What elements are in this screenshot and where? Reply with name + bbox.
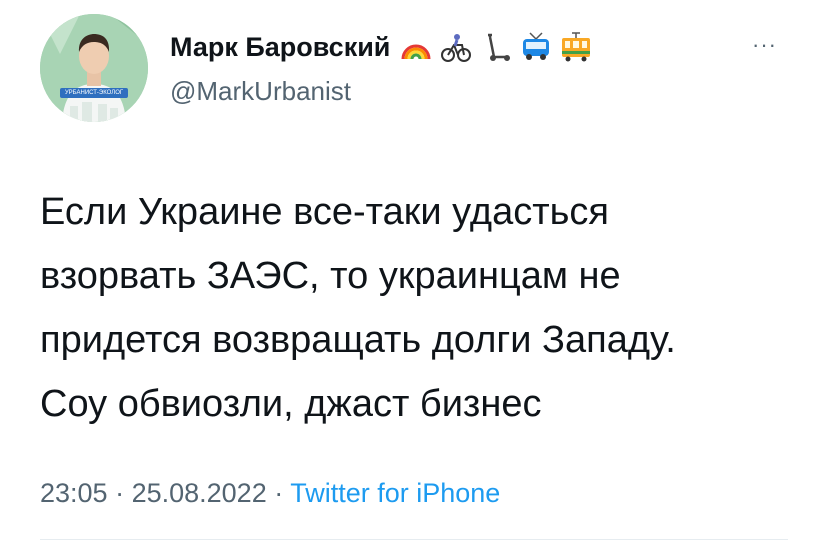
- rainbow-icon: [400, 31, 432, 63]
- avatar-badge-text: УРБАНИСТ-ЭКОЛОГ: [64, 90, 124, 96]
- tweet-line: взорвать ЗАЭС, то украинцам не: [40, 255, 621, 297]
- tweet-meta: 23:05 · 25.08.2022 · Twitter for iPhone: [40, 478, 500, 509]
- avatar-image: [40, 14, 148, 122]
- tweet-line: Соу обвиозли, джаст бизнес: [40, 383, 542, 425]
- meta-separator: ·: [107, 478, 132, 508]
- avatar[interactable]: УРБАНИСТ-ЭКОЛОГ: [40, 14, 148, 122]
- kick-scooter-icon: [480, 31, 512, 63]
- tweet-source-link[interactable]: Twitter for iPhone: [290, 478, 500, 508]
- author-handle[interactable]: @MarkUrbanist: [170, 76, 351, 107]
- more-options-button[interactable]: ···: [752, 34, 777, 56]
- meta-separator: ·: [266, 478, 291, 508]
- cyclist-icon: [440, 31, 472, 63]
- tweet-line: Если Украине все-таки удасться: [40, 191, 609, 233]
- tweet-text: Если Украине все-таки удасться взорвать …: [40, 180, 800, 436]
- name-emojis: [400, 31, 592, 63]
- more-icon: ···: [752, 32, 777, 57]
- tram-icon: [560, 31, 592, 63]
- author-name-row[interactable]: Марк Баровский: [170, 31, 592, 63]
- tweet-date[interactable]: 25.08.2022: [132, 478, 267, 508]
- trolleybus-icon: [520, 31, 552, 63]
- divider: [40, 539, 788, 540]
- tweet-time[interactable]: 23:05: [40, 478, 108, 508]
- tweet-line: придется возвращать долги Западу.: [40, 319, 676, 361]
- author-name[interactable]: Марк Баровский: [170, 32, 390, 63]
